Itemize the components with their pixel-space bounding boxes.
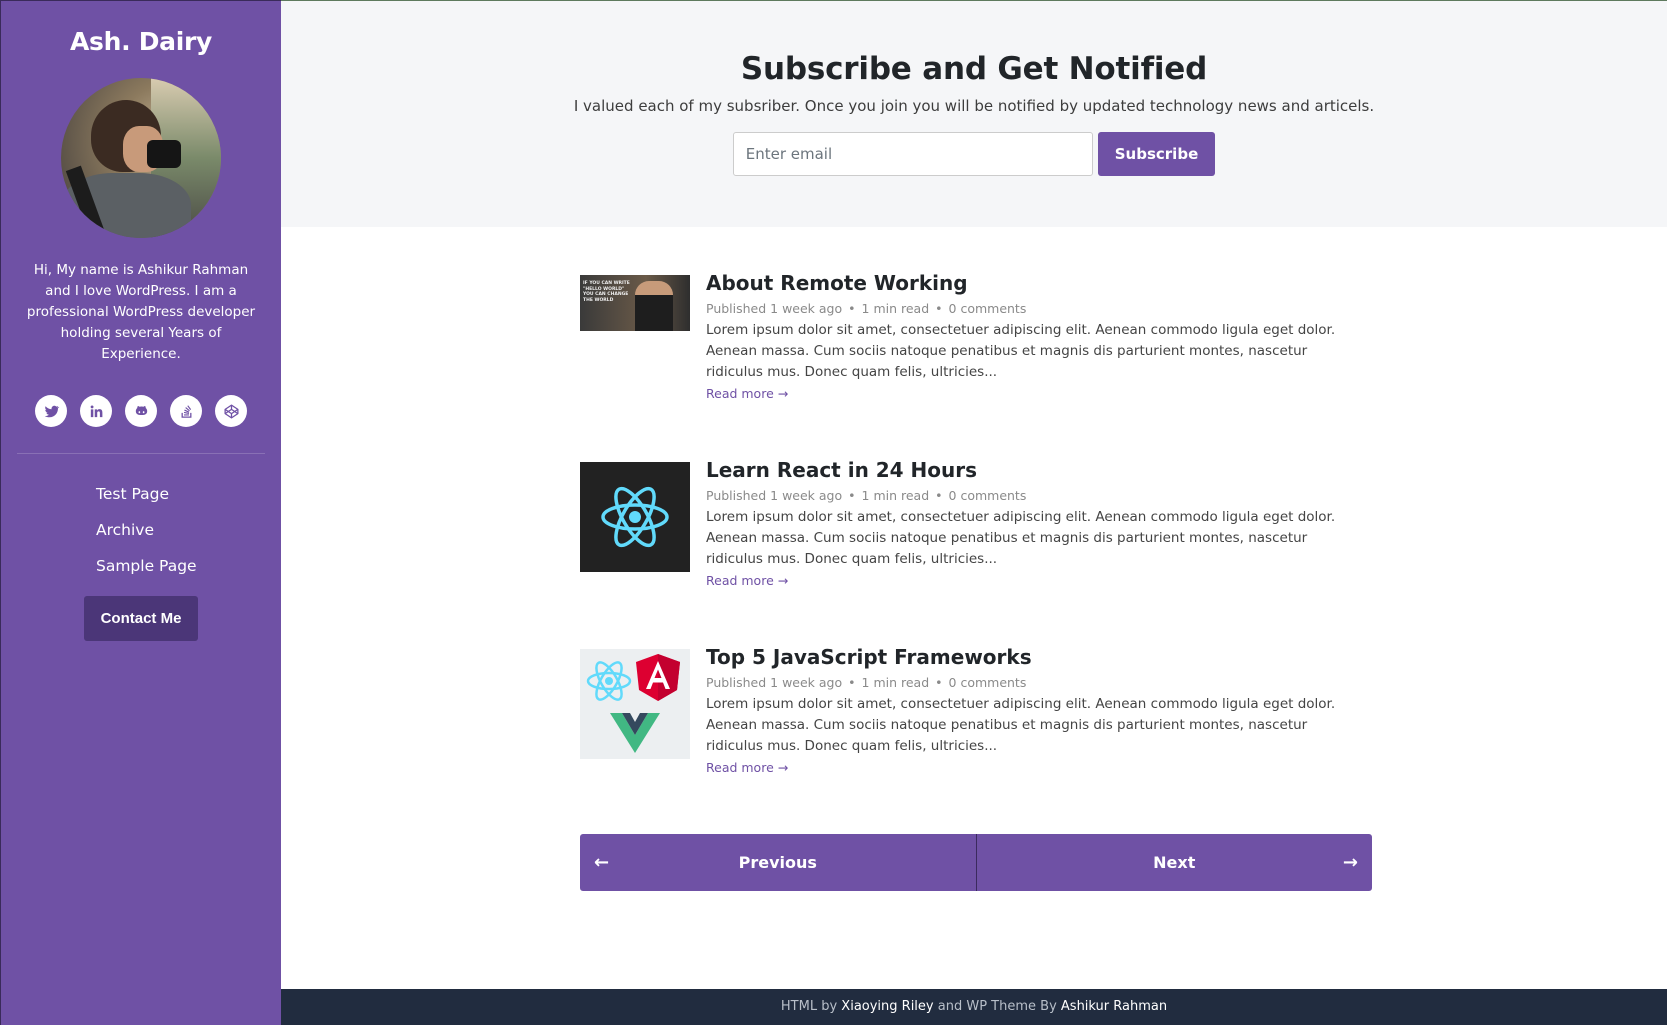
subscribe-description: I valued each of my subsriber. Once you … [573,97,1375,115]
post-date: Published 1 week ago [706,301,843,316]
post-read-time: 1 min read [861,488,930,503]
post-excerpt: Lorem ipsum dolor sit amet, consectetuer… [706,322,1336,380]
linkedin-icon[interactable] [80,395,112,427]
stackoverflow-icon[interactable] [170,395,202,427]
social-links [1,395,281,427]
post-comments[interactable]: 0 comments [949,488,1027,503]
post-excerpt: Lorem ipsum dolor sit amet, consectetuer… [706,696,1336,754]
arrow-left-icon: ← [594,852,610,873]
post-meta: Published 1 week ago • 1 min read • 0 commen… [706,675,1027,690]
post-title[interactable]: Learn React in 24 Hours [706,457,1372,483]
subscribe-form: Subscribe [281,132,1667,176]
post-excerpt: Lorem ipsum dolor sit amet, consectetuer… [706,509,1336,567]
post-thumbnail-remote-working[interactable]: IF YOU CAN WRITE "HELLO WORLD" YOU CAN C… [580,275,690,331]
post-list: IF YOU CAN WRITE "HELLO WORLD" YOU CAN C… [580,270,1372,831]
arrow-right-icon: → [1342,852,1358,873]
react-logo-icon [601,486,669,548]
read-more-link[interactable]: Read more → [706,573,1372,588]
avatar [61,78,221,238]
previous-button[interactable]: ← Previous [580,834,977,891]
footer: HTML by Xiaoying Riley and WP Theme By A… [281,989,1667,1025]
post-item: Learn React in 24 Hours Published 1 week… [580,457,1372,588]
email-input[interactable] [732,132,1093,176]
footer-author-link[interactable]: Xiaoying Riley [841,999,933,1014]
nav-item-sample-page[interactable]: Sample Page [96,548,197,584]
github-icon[interactable] [125,395,157,427]
contact-me-button[interactable]: Contact Me [83,596,199,641]
post-comments[interactable]: 0 comments [949,301,1027,316]
post-meta: Published 1 week ago • 1 min read • 0 commen… [706,488,1027,503]
post-read-time: 1 min read [861,675,930,690]
site-title[interactable]: Ash. Dairy [1,27,281,56]
pagination: ← Previous Next → [580,834,1372,891]
post-thumbnail-react[interactable] [580,462,690,572]
post-title[interactable]: About Remote Working [706,270,1372,296]
main-content: Subscribe and Get Notified I valued each… [281,0,1667,1025]
nav-item-test-page[interactable]: Test Page [96,476,169,512]
thumb-caption: IF YOU CAN WRITE "HELLO WORLD" YOU CAN C… [583,281,630,303]
sidebar-nav: Test Page Archive Sample Page [1,476,281,584]
sidebar-divider [17,453,265,454]
post-item: Top 5 JavaScript Frameworks Published 1 … [580,644,1372,775]
next-button[interactable]: Next → [977,834,1373,891]
footer-middle: and WP Theme By [937,999,1057,1014]
bio: Hi, My name is Ashikur Rahman and I love… [26,262,256,362]
previous-label: Previous [738,853,817,872]
subscribe-title: Subscribe and Get Notified [740,51,1208,87]
post-item: IF YOU CAN WRITE "HELLO WORLD" YOU CAN C… [580,270,1372,401]
read-more-link[interactable]: Read more → [706,386,1372,401]
subscribe-button[interactable]: Subscribe [1097,132,1216,176]
post-thumbnail-frameworks[interactable] [580,649,690,759]
twitter-icon[interactable] [35,395,67,427]
post-comments[interactable]: 0 comments [949,675,1027,690]
next-label: Next [1153,853,1196,872]
nav-item-archive[interactable]: Archive [96,512,154,548]
subscribe-section: Subscribe and Get Notified I valued each… [281,0,1667,227]
codepen-icon[interactable] [215,395,247,427]
post-title[interactable]: Top 5 JavaScript Frameworks [706,644,1372,670]
read-more-link[interactable]: Read more → [706,760,1372,775]
frameworks-logos-icon [586,654,680,753]
post-date: Published 1 week ago [706,488,843,503]
post-date: Published 1 week ago [706,675,843,690]
post-read-time: 1 min read [861,301,930,316]
sidebar: Ash. Dairy Hi, My name is Ashikur Rahman… [0,0,281,1025]
post-meta: Published 1 week ago • 1 min read • 0 commen… [706,301,1027,316]
footer-prefix: HTML by [780,999,838,1014]
footer-theme-author-link[interactable]: Ashikur Rahman [1061,999,1167,1014]
